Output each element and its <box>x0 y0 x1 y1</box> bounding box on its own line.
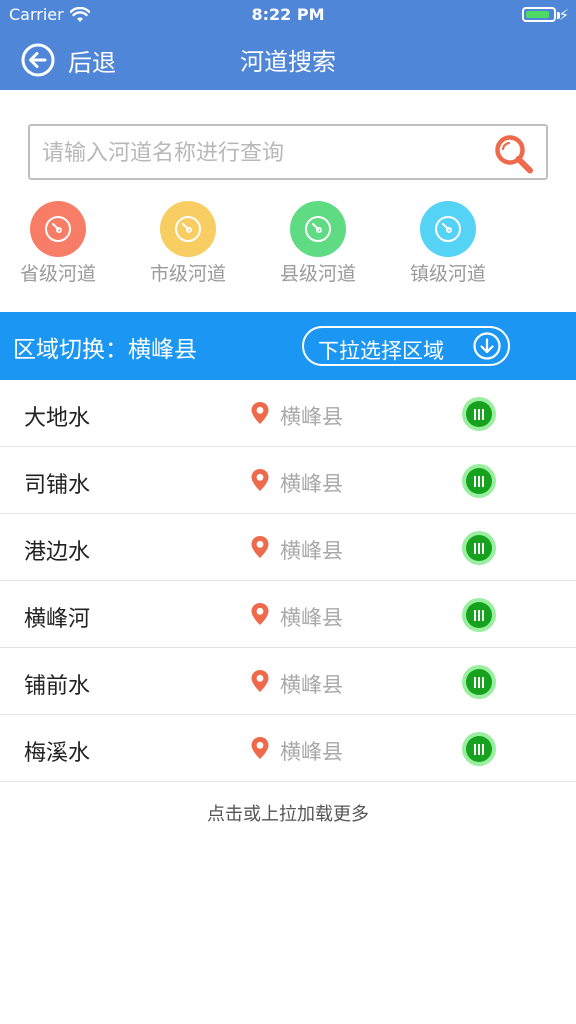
badge-bar <box>478 609 480 621</box>
battery-icon <box>522 7 556 22</box>
river-name: 大地水 <box>24 406 91 431</box>
level-badge-inner <box>466 401 492 427</box>
category-item[interactable]: 省级河道 <box>0 198 123 286</box>
battery-level <box>526 11 549 18</box>
river-name: 司铺水 <box>24 473 91 498</box>
level-badge-icon <box>462 464 496 498</box>
location-pin-icon <box>251 737 269 759</box>
compass-icon <box>305 216 331 242</box>
badge-bar <box>474 475 476 487</box>
category-list: 省级河道 市级河道 县级河道 镇级河道 <box>0 198 576 288</box>
category-label: 市级河道 <box>149 263 226 285</box>
category-label: 镇级河道 <box>409 263 486 285</box>
arrow-left-circle-icon <box>21 43 55 77</box>
river-area: 横峰县 <box>280 539 343 563</box>
river-row[interactable]: 铺前水 横峰县 <box>0 648 576 715</box>
river-area: 横峰县 <box>280 673 343 697</box>
badge-bar <box>474 542 476 554</box>
level-badge-inner <box>466 602 492 628</box>
river-area: 横峰县 <box>280 472 343 496</box>
river-row[interactable]: 司铺水 横峰县 <box>0 447 576 514</box>
category-item[interactable]: 市级河道 <box>123 198 253 286</box>
level-badge-icon <box>462 598 496 632</box>
back-label: 后退 <box>68 48 116 77</box>
river-name: 铺前水 <box>24 674 91 699</box>
level-badge-icon <box>462 732 496 766</box>
badge-bar <box>474 408 476 420</box>
badge-bar <box>478 475 480 487</box>
category-circle <box>420 201 476 257</box>
category-circle <box>290 201 346 257</box>
badge-bar <box>478 743 480 755</box>
search-input[interactable] <box>42 136 482 170</box>
river-name: 梅溪水 <box>24 741 91 766</box>
region-dropdown-label: 下拉选择区域 <box>318 339 444 363</box>
load-more-button[interactable]: 点击或上拉加载更多 <box>0 800 576 826</box>
badge-bar <box>482 743 484 755</box>
search-box <box>28 124 548 180</box>
river-row[interactable]: 梅溪水 横峰县 <box>0 715 576 782</box>
status-bar: Carrier 8:22 PM ⚡ <box>0 0 576 30</box>
river-row[interactable]: 横峰河 横峰县 <box>0 581 576 648</box>
compass-icon <box>175 216 201 242</box>
back-button[interactable]: 后退 <box>20 40 116 80</box>
river-list: 大地水 横峰县 司铺水 横峰县 港边水 横峰县 横峰河 横峰县 铺前水 横峰县 梅溪水 横峰县 <box>0 380 576 782</box>
navigation-bar: Carrier 8:22 PM ⚡ 后退 河道搜索 <box>0 0 576 90</box>
magnifier-icon[interactable] <box>492 132 536 176</box>
compass-icon <box>45 216 71 242</box>
category-item[interactable]: 县级河道 <box>253 198 383 286</box>
level-badge-inner <box>466 669 492 695</box>
location-pin-icon <box>251 603 269 625</box>
category-label: 县级河道 <box>279 263 356 285</box>
location-pin-icon <box>251 469 269 491</box>
badge-bar <box>474 743 476 755</box>
badge-bar <box>474 676 476 688</box>
location-pin-icon <box>251 670 269 692</box>
badge-bar <box>478 408 480 420</box>
category-item[interactable]: 镇级河道 <box>383 198 513 286</box>
location-pin-icon <box>251 402 269 424</box>
category-circle <box>30 201 86 257</box>
arrow-down-circle-icon <box>473 332 501 360</box>
location-pin-icon <box>251 536 269 558</box>
badge-bar <box>482 475 484 487</box>
level-badge-icon <box>462 665 496 699</box>
badge-bar <box>482 408 484 420</box>
badge-bar <box>482 542 484 554</box>
category-label: 省级河道 <box>19 263 96 285</box>
region-dropdown-button[interactable]: 下拉选择区域 <box>302 326 510 366</box>
compass-icon <box>435 216 461 242</box>
badge-bar <box>478 542 480 554</box>
level-badge-inner <box>466 736 492 762</box>
badge-bar <box>482 676 484 688</box>
level-badge-inner <box>466 468 492 494</box>
category-circle <box>160 201 216 257</box>
river-area: 横峰县 <box>280 606 343 630</box>
badge-bar <box>474 609 476 621</box>
level-badge-icon <box>462 531 496 565</box>
river-name: 横峰河 <box>24 607 91 632</box>
badge-bar <box>478 676 480 688</box>
river-area: 横峰县 <box>280 405 343 429</box>
region-bar: 区域切换：横峰县 下拉选择区域 <box>0 312 576 380</box>
river-row[interactable]: 大地水 横峰县 <box>0 380 576 447</box>
charging-bolt-icon: ⚡ <box>558 6 569 24</box>
level-badge-icon <box>462 397 496 431</box>
region-label: 区域切换：横峰县 <box>13 337 197 363</box>
river-name: 港边水 <box>24 540 91 565</box>
badge-bar <box>482 609 484 621</box>
clock: 8:22 PM <box>251 5 325 24</box>
river-area: 横峰县 <box>280 740 343 764</box>
level-badge-inner <box>466 535 492 561</box>
river-row[interactable]: 港边水 横峰县 <box>0 514 576 581</box>
